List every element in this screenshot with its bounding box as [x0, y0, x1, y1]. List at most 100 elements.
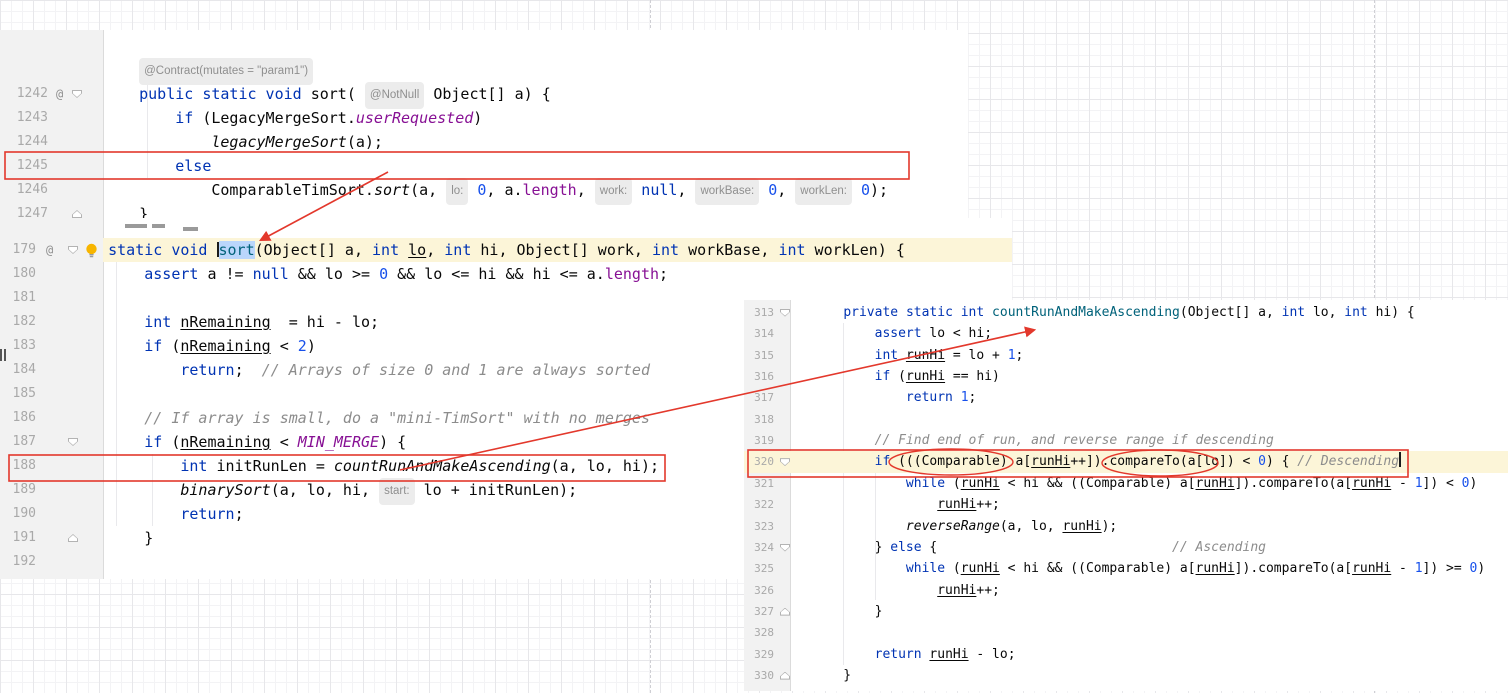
line-number[interactable]: 323 [748, 516, 774, 537]
code-token: return [180, 361, 234, 379]
code-token [72, 361, 180, 379]
code-token: , [777, 181, 795, 199]
code-text[interactable]: } else { // Ascending [812, 537, 1266, 558]
line-number[interactable]: 182 [6, 310, 36, 334]
line-number[interactable]: 190 [6, 502, 36, 526]
line-number[interactable]: 1246 [6, 178, 48, 202]
code-text[interactable]: if (nRemaining < MIN_MERGE) { [72, 430, 406, 454]
code-text[interactable]: // Find end of run, and reverse range if… [812, 430, 1274, 451]
code-text[interactable]: legacyMergeSort(a); [103, 130, 383, 154]
line-number[interactable]: 319 [748, 430, 774, 451]
code-line-row: 322 runHi++; [744, 494, 1508, 515]
line-number[interactable]: 191 [6, 526, 36, 550]
code-token: && lo >= [289, 265, 379, 283]
line-number[interactable]: 187 [6, 430, 36, 454]
code-text[interactable]: return 1; [812, 387, 976, 408]
code-text[interactable]: assert lo < hi; [812, 323, 992, 344]
code-token: int [961, 305, 984, 320]
inlay-hint: workLen: [795, 178, 852, 205]
line-number[interactable]: 318 [748, 409, 774, 430]
fold-toggle-icon[interactable] [72, 210, 82, 218]
code-token: < hi && ((Comparable) a[ [1000, 561, 1196, 576]
code-token: hi, Object[] work, [471, 241, 652, 259]
line-number[interactable]: 179 [6, 238, 36, 262]
code-text[interactable]: return; [72, 502, 244, 526]
line-number[interactable]: 186 [6, 406, 36, 430]
code-token [812, 348, 875, 363]
code-token: null [641, 181, 677, 199]
line-number[interactable]: 327 [748, 601, 774, 622]
line-number[interactable]: 321 [748, 473, 774, 494]
line-number[interactable]: 328 [748, 622, 774, 643]
line-number[interactable]: 189 [6, 478, 36, 502]
code-text[interactable]: int runHi = lo + 1; [812, 345, 1023, 366]
line-number[interactable]: 184 [6, 358, 36, 382]
line-number[interactable]: 315 [748, 345, 774, 366]
code-token: ) { [1266, 454, 1297, 469]
code-text[interactable]: // If array is small, do a "mini-TimSort… [72, 406, 650, 430]
line-number[interactable]: 1243 [6, 106, 48, 130]
code-text[interactable]: } [72, 526, 153, 550]
line-number[interactable]: 329 [748, 644, 774, 665]
line-number[interactable]: 330 [748, 665, 774, 686]
code-text[interactable]: public static void sort( @NotNull Object… [103, 82, 551, 109]
code-token: lo < hi; [922, 326, 992, 341]
code-token [103, 133, 211, 151]
editor-panel-arrays-sort: @Contract(mutates = "param1") 1242 @ publi… [0, 30, 968, 232]
line-number[interactable]: 324 [748, 537, 774, 558]
code-line-row: 314 assert lo < hi; [744, 323, 1508, 344]
fold-toggle-icon[interactable] [780, 309, 790, 317]
code-text[interactable]: runHi++; [812, 580, 1000, 601]
code-text[interactable]: int nRemaining = hi - lo; [72, 310, 379, 334]
code-text[interactable]: if (((Comparable) a[runHi++]).compareTo(… [812, 451, 1401, 472]
code-token: assert [875, 326, 922, 341]
fold-toggle-icon[interactable] [780, 608, 790, 616]
code-text[interactable]: else [103, 154, 211, 178]
line-number[interactable]: 183 [6, 334, 36, 358]
code-text[interactable]: if (nRemaining < 2) [72, 334, 316, 358]
code-text[interactable]: if (LegacyMergeSort.userRequested) [103, 106, 482, 130]
code-token: ) [1470, 476, 1478, 491]
fold-toggle-icon[interactable] [780, 544, 790, 552]
fold-toggle-icon[interactable] [72, 90, 82, 98]
line-number[interactable]: 316 [748, 366, 774, 387]
annotation-gutter-icon[interactable]: @ [46, 238, 53, 262]
line-number[interactable]: 185 [6, 382, 36, 406]
line-number[interactable]: 180 [6, 262, 36, 286]
line-number[interactable]: 192 [6, 550, 36, 574]
line-number[interactable]: 326 [748, 580, 774, 601]
code-text[interactable]: @Contract(mutates = "param1") [103, 58, 313, 85]
code-text[interactable]: return runHi - lo; [812, 644, 1016, 665]
code-text[interactable]: reverseRange(a, lo, runHi); [812, 516, 1117, 537]
code-text[interactable]: while (runHi < hi && ((Comparable) a[run… [812, 558, 1485, 579]
line-number[interactable]: 320 [748, 451, 774, 472]
code-text[interactable]: while (runHi < hi && ((Comparable) a[run… [812, 473, 1477, 494]
line-number[interactable]: 325 [748, 558, 774, 579]
code-token [898, 348, 906, 363]
line-number[interactable]: 181 [6, 286, 36, 310]
code-text[interactable]: runHi++; [812, 494, 1000, 515]
code-text[interactable]: static void sort(Object[] a, int lo, int… [72, 238, 905, 262]
fold-toggle-icon[interactable] [780, 458, 790, 466]
code-token [162, 241, 171, 259]
line-number[interactable]: 317 [748, 387, 774, 408]
code-text[interactable]: ComparableTimSort.sort(a, lo: 0, a.lengt… [103, 178, 888, 205]
code-text[interactable]: if (runHi == hi) [812, 366, 1000, 387]
code-text[interactable]: binarySort(a, lo, hi, start: lo + initRu… [72, 478, 577, 505]
code-text[interactable]: } [812, 665, 851, 686]
line-number[interactable]: 313 [748, 302, 774, 323]
code-line-row: 317 return 1; [744, 387, 1508, 408]
line-number[interactable]: 188 [6, 454, 36, 478]
annotation-gutter-icon[interactable]: @ [56, 82, 63, 106]
code-text[interactable]: int initRunLen = countRunAndMakeAscendin… [72, 454, 659, 478]
code-text[interactable]: assert a != null && lo >= 0 && lo <= hi … [72, 262, 668, 286]
code-text[interactable]: } [812, 601, 882, 622]
line-number[interactable]: 322 [748, 494, 774, 515]
code-text[interactable]: private static int countRunAndMakeAscend… [812, 302, 1415, 323]
line-number[interactable]: 1244 [6, 130, 48, 154]
code-text[interactable]: return; // Arrays of size 0 and 1 are al… [72, 358, 650, 382]
line-number[interactable]: 1242 [6, 82, 48, 106]
line-number[interactable]: 1245 [6, 154, 48, 178]
fold-toggle-icon[interactable] [780, 672, 790, 680]
line-number[interactable]: 314 [748, 323, 774, 344]
